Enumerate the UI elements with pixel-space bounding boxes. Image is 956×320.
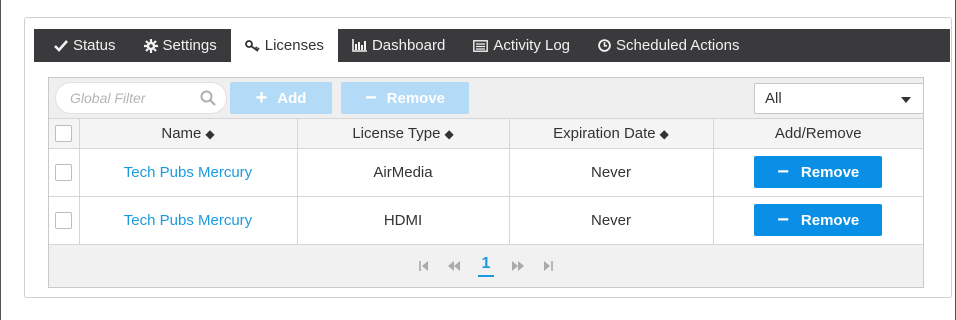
select-all-cell — [49, 119, 80, 149]
row-remove-label: Remove — [800, 163, 860, 181]
name-cell: Tech Pubs Mercury — [79, 148, 298, 197]
license-filter-select[interactable]: All — [754, 83, 924, 114]
minus-icon: − — [364, 86, 377, 109]
global-filter-input[interactable] — [70, 90, 190, 106]
add-button-label: Add — [277, 89, 307, 107]
select-all-checkbox[interactable] — [55, 125, 73, 143]
column-header-add-remove: Add/Remove — [713, 119, 923, 149]
last-page-icon[interactable] — [543, 260, 554, 272]
column-header-name[interactable]: Name ◆ — [79, 119, 298, 149]
remove-button[interactable]: − Remove — [341, 82, 469, 114]
remove-button-label: Remove — [386, 89, 446, 107]
tab-label: Activity Log — [493, 37, 571, 54]
grid-toolbar: + Add − Remove All — [49, 78, 924, 119]
row-select-cell — [49, 148, 80, 197]
sort-icon[interactable]: ◆ — [444, 127, 453, 141]
tab-bar: Status Settings Licenses Dashboard Activ… — [34, 29, 950, 62]
global-filter[interactable] — [55, 82, 227, 114]
gear-icon — [143, 38, 158, 53]
next-page-icon[interactable] — [511, 260, 525, 272]
row-select-cell — [49, 196, 80, 245]
tab-label: Settings — [162, 37, 217, 54]
tab-licenses[interactable]: Licenses — [230, 29, 338, 62]
row-checkbox[interactable] — [55, 163, 73, 181]
row-checkbox[interactable] — [55, 211, 73, 229]
plus-icon: + — [255, 86, 268, 109]
table-row: Tech Pubs Mercury AirMedia Never − Remov… — [49, 148, 923, 197]
column-label: Name — [161, 124, 202, 142]
license-name-link[interactable]: Tech Pubs Mercury — [124, 164, 252, 181]
tab-settings[interactable]: Settings — [130, 29, 231, 62]
tab-label: Licenses — [264, 37, 324, 54]
minus-icon: − — [777, 160, 789, 183]
chevron-down-icon — [901, 97, 911, 103]
name-cell: Tech Pubs Mercury — [79, 196, 298, 245]
previous-page-icon[interactable] — [447, 260, 461, 272]
list-icon — [473, 39, 489, 52]
add-button[interactable]: + Add — [230, 82, 332, 114]
sort-icon[interactable]: ◆ — [205, 127, 214, 141]
column-header-expiration-date[interactable]: Expiration Date ◆ — [509, 119, 714, 149]
license-name-link[interactable]: Tech Pubs Mercury — [124, 212, 252, 229]
first-page-icon[interactable] — [418, 260, 429, 272]
tab-label: Status — [73, 37, 116, 54]
licenses-table: Name ◆ License Type ◆ Expiration Date ◆ Add… — [49, 119, 923, 245]
license-filter-value: All — [765, 90, 782, 107]
bar-chart-icon — [352, 39, 367, 52]
minus-icon: − — [777, 208, 789, 231]
tab-dashboard[interactable]: Dashboard — [338, 29, 459, 62]
licenses-grid: + Add − Remove All Name◆ License Type◆ E… — [48, 77, 924, 288]
table-row: Tech Pubs Mercury HDMI Never − Remove — [49, 196, 923, 245]
table-header-row: Name ◆ License Type ◆ Expiration Date ◆ Add… — [49, 119, 923, 149]
column-label: Add/Remove — [774, 124, 862, 142]
tab-label: Dashboard — [371, 37, 446, 54]
key-icon — [244, 39, 260, 52]
tab-activity-log[interactable]: Activity Log — [459, 29, 584, 62]
license-type-cell: HDMI — [297, 196, 510, 245]
row-remove-button[interactable]: − Remove — [754, 204, 883, 236]
expiration-cell: Never — [509, 148, 714, 197]
clock-icon — [598, 39, 611, 52]
pagination: 1 — [49, 245, 923, 287]
row-remove-button[interactable]: − Remove — [754, 156, 883, 188]
current-page[interactable]: 1 — [477, 255, 495, 277]
sort-icon[interactable]: ◆ — [660, 127, 669, 141]
expiration-cell: Never — [509, 196, 714, 245]
check-icon — [54, 39, 68, 52]
column-header-license-type[interactable]: License Type ◆ — [297, 119, 510, 149]
tab-status[interactable]: Status — [40, 29, 130, 62]
column-label: Expiration Date — [553, 124, 656, 142]
tab-scheduled-actions[interactable]: Scheduled Actions — [584, 29, 753, 62]
search-icon[interactable] — [200, 90, 216, 111]
row-remove-label: Remove — [800, 211, 860, 229]
tab-label: Scheduled Actions — [616, 37, 740, 54]
action-cell: − Remove — [713, 196, 923, 245]
column-label: License Type — [352, 124, 441, 142]
action-cell: − Remove — [713, 148, 923, 197]
license-type-cell: AirMedia — [297, 148, 510, 197]
